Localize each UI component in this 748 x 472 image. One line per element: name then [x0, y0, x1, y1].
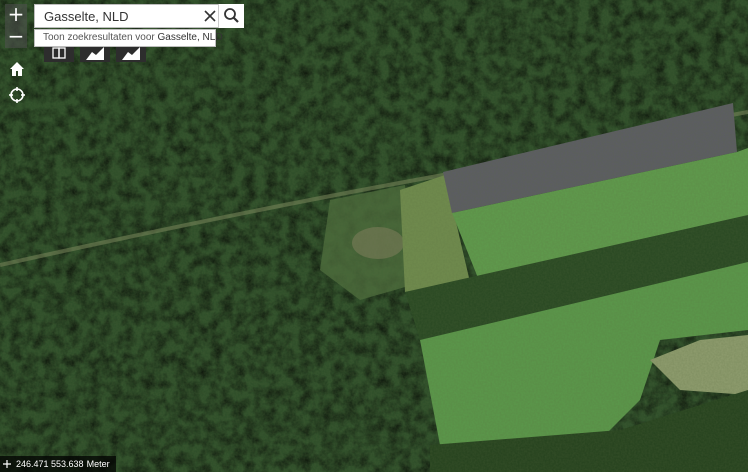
search-input[interactable] [35, 5, 209, 27]
close-icon[interactable] [201, 7, 219, 25]
suggestion-prefix: Toon zoekresultaten voor [43, 32, 158, 43]
search-icon [224, 8, 239, 23]
home-icon[interactable] [8, 60, 26, 78]
satellite-map[interactable] [0, 0, 748, 472]
unit-text: Meter [86, 459, 110, 469]
suggestion-term: Gasselte, NLD [157, 32, 223, 43]
coordinate-readout: 246.471 553.638 Meter [0, 456, 116, 472]
locate-icon[interactable] [8, 86, 26, 104]
zoom-out-button[interactable]: − [5, 26, 27, 48]
search-button[interactable] [218, 4, 244, 28]
search-box [34, 4, 244, 28]
search-suggestion[interactable]: Toon zoekresultaten voor Gasselte, NLD [34, 29, 223, 47]
coordinate-icon [3, 460, 11, 468]
zoom-in-button[interactable]: + [5, 4, 27, 26]
coordinates-text: 246.471 553.638 [16, 459, 84, 469]
